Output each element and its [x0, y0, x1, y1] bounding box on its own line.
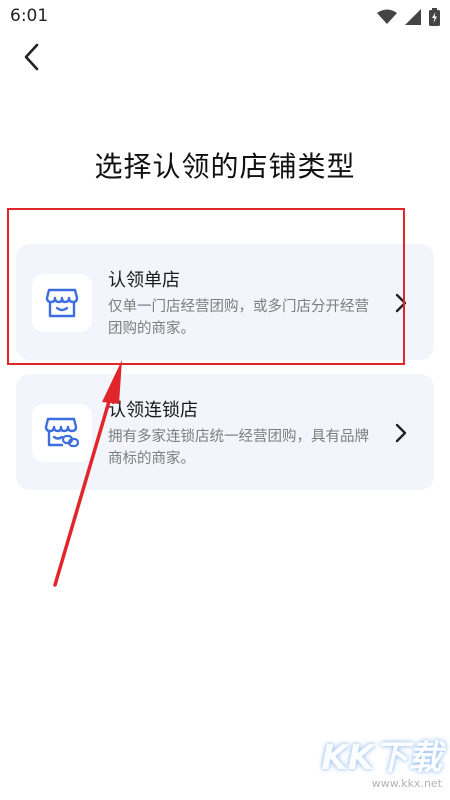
claim-chain-store-card[interactable]: 认领连锁店 拥有多家连锁店统一经营团购，具有品牌商标的商家。 — [16, 374, 434, 490]
chevron-right-icon — [395, 423, 407, 443]
page-title: 选择认领的店铺类型 — [94, 150, 356, 183]
wifi-icon — [377, 9, 397, 24]
back-button[interactable] — [18, 40, 48, 74]
battery-icon — [429, 8, 440, 26]
single-store-icon-wrap — [32, 274, 92, 332]
status-bar: 6:01 — [0, 0, 450, 34]
card-title: 认领单店 — [108, 270, 180, 291]
status-icons — [377, 8, 440, 26]
watermark-logo: KK下载 — [321, 738, 442, 778]
chain-store-icon — [44, 417, 80, 448]
chevron-right-icon — [395, 293, 407, 313]
status-time: 6:01 — [10, 6, 49, 26]
watermark: KK下载 www.kkx.net — [321, 730, 442, 790]
store-icon — [45, 288, 79, 318]
chain-store-icon-wrap — [32, 404, 92, 462]
card-title: 认领连锁店 — [108, 400, 198, 421]
signal-icon — [405, 9, 421, 25]
card-description: 仅单一门店经营团购，或多门店分开经营团购的商家。 — [108, 299, 369, 337]
back-arrow-icon — [24, 43, 39, 71]
claim-single-store-card[interactable]: 认领单店 仅单一门店经营团购，或多门店分开经营团购的商家。 — [16, 244, 434, 360]
card-description: 拥有多家连锁店统一经营团购，具有品牌商标的商家。 — [108, 429, 369, 467]
watermark-url: www.kkx.net — [371, 777, 442, 790]
